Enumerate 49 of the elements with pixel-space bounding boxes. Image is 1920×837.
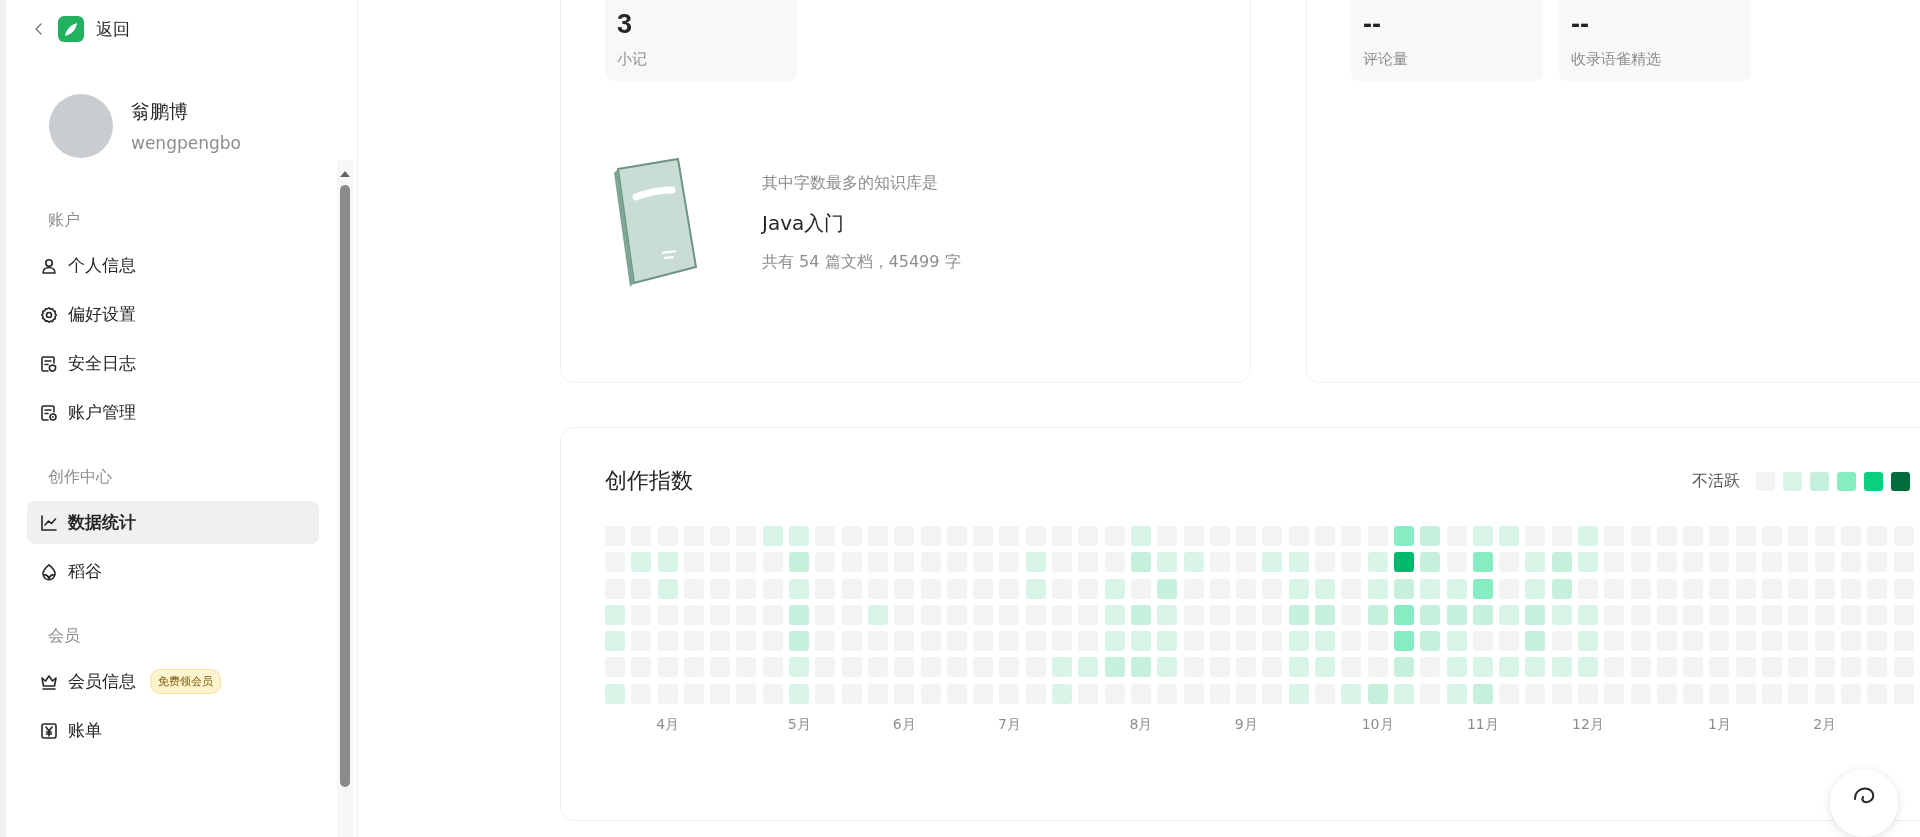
nav-item[interactable]: 会员信息 免费领会员 [27,660,319,703]
month-label: 12月 [1572,715,1604,734]
month-label: 5月 [787,715,811,734]
section-title: 账户 [47,209,81,231]
month-label: 10月 [1361,715,1394,734]
nav-item[interactable]: 数据统计 [27,501,319,544]
month-label: 1月 [1708,715,1731,734]
floating-button[interactable] [1830,769,1898,837]
nav-item[interactable]: 安全日志 [27,342,319,385]
user-name: 翁鹏博 [131,99,189,124]
document-icon [40,403,58,422]
month-label: 8月 [1129,715,1153,734]
stat-label: 小记 [617,50,648,69]
month-label: 11月 [1466,715,1499,734]
promo-badge: 免费领会员 [150,669,221,694]
section-title: 创作中心 [47,466,113,488]
caption-text: 其中字数最多的知识库是 [762,173,939,194]
section-title: 会员 [47,625,81,647]
leaf-icon [40,562,58,581]
nav-item[interactable]: 个人信息 [27,244,319,287]
nav-item[interactable]: 稻谷 [27,550,319,593]
leaf-logo-icon [58,16,84,42]
stat-label: 评论量 [1363,50,1409,69]
scrollbar[interactable] [337,160,353,837]
month-label: 2月 [1813,715,1837,734]
username: wengpengbo [131,133,241,153]
nav-item[interactable]: 账单 [27,709,319,752]
month-label: 6月 [892,715,916,734]
stat-value: -- [1571,9,1590,40]
legend-label: 不活跃 [1692,470,1740,492]
yen-icon [40,721,58,740]
back-button[interactable]: 返回 [32,16,130,42]
month-label: 4月 [656,715,680,734]
month-label: 7月 [998,715,1021,734]
stat-value: -- [1363,9,1382,40]
book-title: Java入门 [762,210,846,237]
stat-value: 3 [617,9,634,40]
nav-item[interactable]: 偏好设置 [27,293,319,336]
book-details: 共有 54 篇文档，45499 字 [762,252,961,273]
stat-label: 收录语雀精选 [1571,50,1662,69]
line-chart-icon [40,513,58,532]
settings-icon [40,305,58,324]
crown-icon [40,672,58,691]
document-icon [40,354,58,373]
nav-item[interactable]: 账户管理 [27,391,319,434]
scroll-up-arrow-icon[interactable] [340,171,350,177]
user-icon [40,256,58,275]
card-title: 创作指数 [605,467,693,495]
month-label: 9月 [1234,715,1258,734]
